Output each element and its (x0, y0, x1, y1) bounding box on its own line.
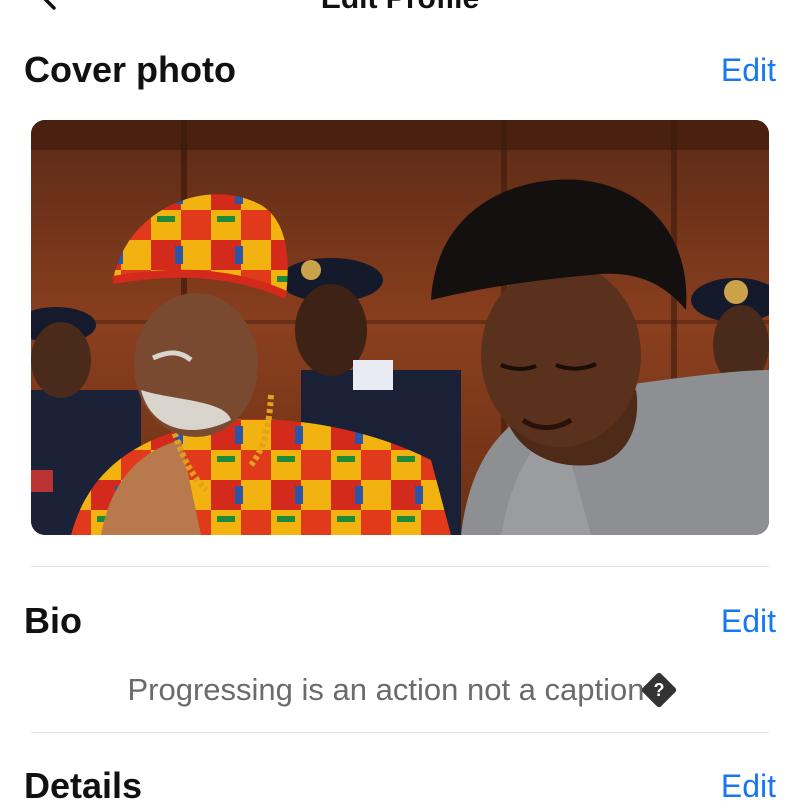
section-divider (31, 566, 769, 567)
details-header: Details Edit (0, 762, 800, 810)
bio-text-row: Progressing is an action not a caption? (0, 670, 800, 710)
bio-header: Bio Edit (0, 597, 800, 645)
edit-cover-photo-button[interactable]: Edit (721, 46, 776, 94)
edit-bio-button[interactable]: Edit (721, 597, 776, 645)
edit-details-button[interactable]: Edit (721, 762, 776, 810)
cover-photo[interactable] (31, 120, 769, 535)
cover-photo-image (31, 120, 769, 535)
page-title: Edit Profile (0, 0, 800, 16)
section-divider (31, 732, 769, 733)
details-label: Details (24, 765, 143, 806)
cover-photo-header: Cover photo Edit (0, 46, 800, 94)
bio-text: Progressing is an action not a caption (127, 672, 645, 707)
bio-label: Bio (24, 600, 82, 641)
top-bar: Edit Profile (0, 0, 800, 18)
cover-photo-label: Cover photo (24, 49, 236, 90)
replacement-char-icon: ? (641, 671, 678, 709)
